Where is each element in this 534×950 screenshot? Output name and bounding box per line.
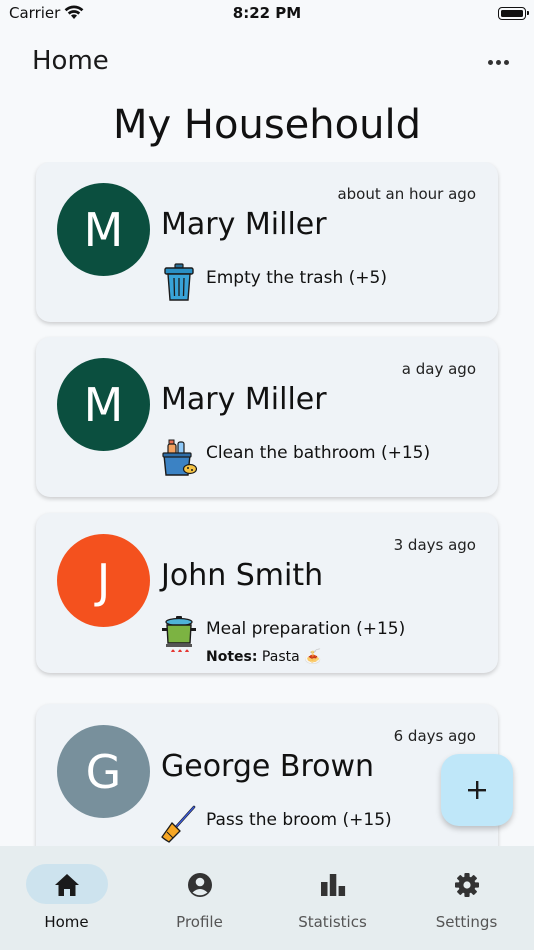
cooking-pot-icon [162,616,196,652]
tab-settings[interactable]: Settings [400,846,533,950]
activity-time: 3 days ago [393,536,476,554]
task-notes: Notes: Pasta 🍝 [206,649,322,665]
activity-card[interactable]: M about an hour ago Mary Miller Empty th… [36,162,498,322]
page-title: My Househould [113,102,421,148]
tab-label: Home [44,913,89,931]
avatar: J [57,534,150,627]
more-options-button[interactable] [484,52,512,72]
battery-full-icon [498,7,529,20]
add-activity-button[interactable] [441,754,513,826]
activity-list[interactable]: M about an hour ago Mary Miller Empty th… [0,162,534,846]
avatar: M [57,358,150,451]
activity-card[interactable]: J 3 days ago John Smith Meal preparation… [36,513,498,673]
member-name: Mary Miller [161,207,327,242]
tab-statistics[interactable]: Statistics [266,846,399,950]
task-label: Empty the trash (+5) [206,268,387,288]
notes-label: Notes: [206,649,258,665]
trash-can-icon [164,263,194,301]
clock: 8:22 PM [232,4,302,22]
plus-icon [468,781,486,799]
task-label: Pass the broom (+15) [206,810,392,830]
broom-icon [161,805,196,843]
more-horizontal-icon [487,59,493,65]
activity-card[interactable]: G 6 days ago George Brown Pass the broom… [36,704,498,846]
tab-profile[interactable]: Profile [133,846,266,950]
home-icon [54,874,79,896]
activity-time: about an hour ago [337,185,476,203]
nav-title: Home [32,46,109,76]
activity-card[interactable]: M a day ago Mary Miller Clean the bathro… [36,337,498,497]
tab-bar: Home Profile Statistics Settings [0,846,534,950]
tab-home[interactable]: Home [0,846,133,950]
avatar: M [57,183,150,276]
member-name: John Smith [161,558,324,593]
member-name: Mary Miller [161,382,327,417]
tab-label: Profile [176,913,223,931]
task-label: Clean the bathroom (+15) [206,443,431,463]
activity-time: 6 days ago [393,727,476,745]
avatar: G [57,725,150,818]
cleaning-bucket-icon [162,439,197,476]
tab-label: Statistics [298,913,367,931]
status-bar: Carrier 8:22 PM [0,0,534,30]
gear-icon [454,873,479,897]
activity-time: a day ago [401,360,476,378]
tab-label: Settings [435,913,498,931]
member-name: George Brown [161,749,375,784]
task-label: Meal preparation (+15) [206,619,406,639]
user-circle-icon [187,873,212,897]
bar-chart-icon [320,874,345,896]
notes-value: Pasta 🍝 [261,649,322,665]
